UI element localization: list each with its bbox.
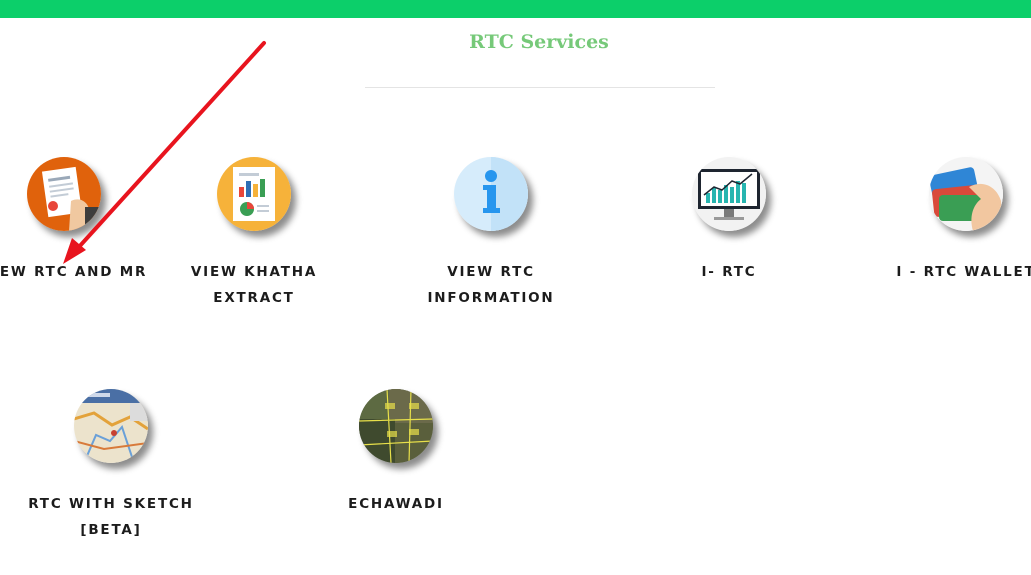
info-icon bbox=[454, 157, 528, 231]
service-label: I- RTC bbox=[701, 264, 757, 280]
monitor-chart-icon bbox=[692, 157, 766, 231]
report-chart-icon bbox=[217, 157, 291, 231]
wallet-cards-icon bbox=[929, 157, 1003, 231]
service-view-rtc-and-mr[interactable]: VIEW RTC AND MR bbox=[0, 157, 154, 285]
service-i-rtc-wallet[interactable]: I - RTC WALLET bbox=[876, 157, 1031, 285]
land-parcel-map-icon bbox=[359, 389, 433, 463]
service-rtc-with-sketch[interactable]: RTC WITH SKETCH [BETA] bbox=[21, 389, 201, 543]
service-label: ECHAWADI bbox=[348, 496, 444, 512]
service-echawadi[interactable]: ECHAWADI bbox=[306, 389, 486, 517]
title-divider bbox=[365, 87, 715, 88]
document-hand-icon bbox=[27, 157, 101, 231]
service-i-rtc[interactable]: I- RTC bbox=[639, 157, 819, 285]
service-label: RTC WITH SKETCH [BETA] bbox=[28, 496, 194, 538]
page-title: RTC Services bbox=[469, 31, 609, 53]
service-view-khatha-extract[interactable]: VIEW KHATHA EXTRACT bbox=[164, 157, 344, 311]
service-label: VIEW KHATHA EXTRACT bbox=[190, 264, 318, 306]
service-label: VIEW RTC AND MR bbox=[0, 264, 148, 280]
service-view-rtc-information[interactable]: VIEW RTC INFORMATION bbox=[401, 157, 581, 311]
service-label: VIEW RTC INFORMATION bbox=[427, 264, 555, 306]
service-label: I - RTC WALLET bbox=[896, 264, 1031, 280]
map-icon bbox=[74, 389, 148, 463]
top-bar bbox=[0, 0, 1031, 18]
